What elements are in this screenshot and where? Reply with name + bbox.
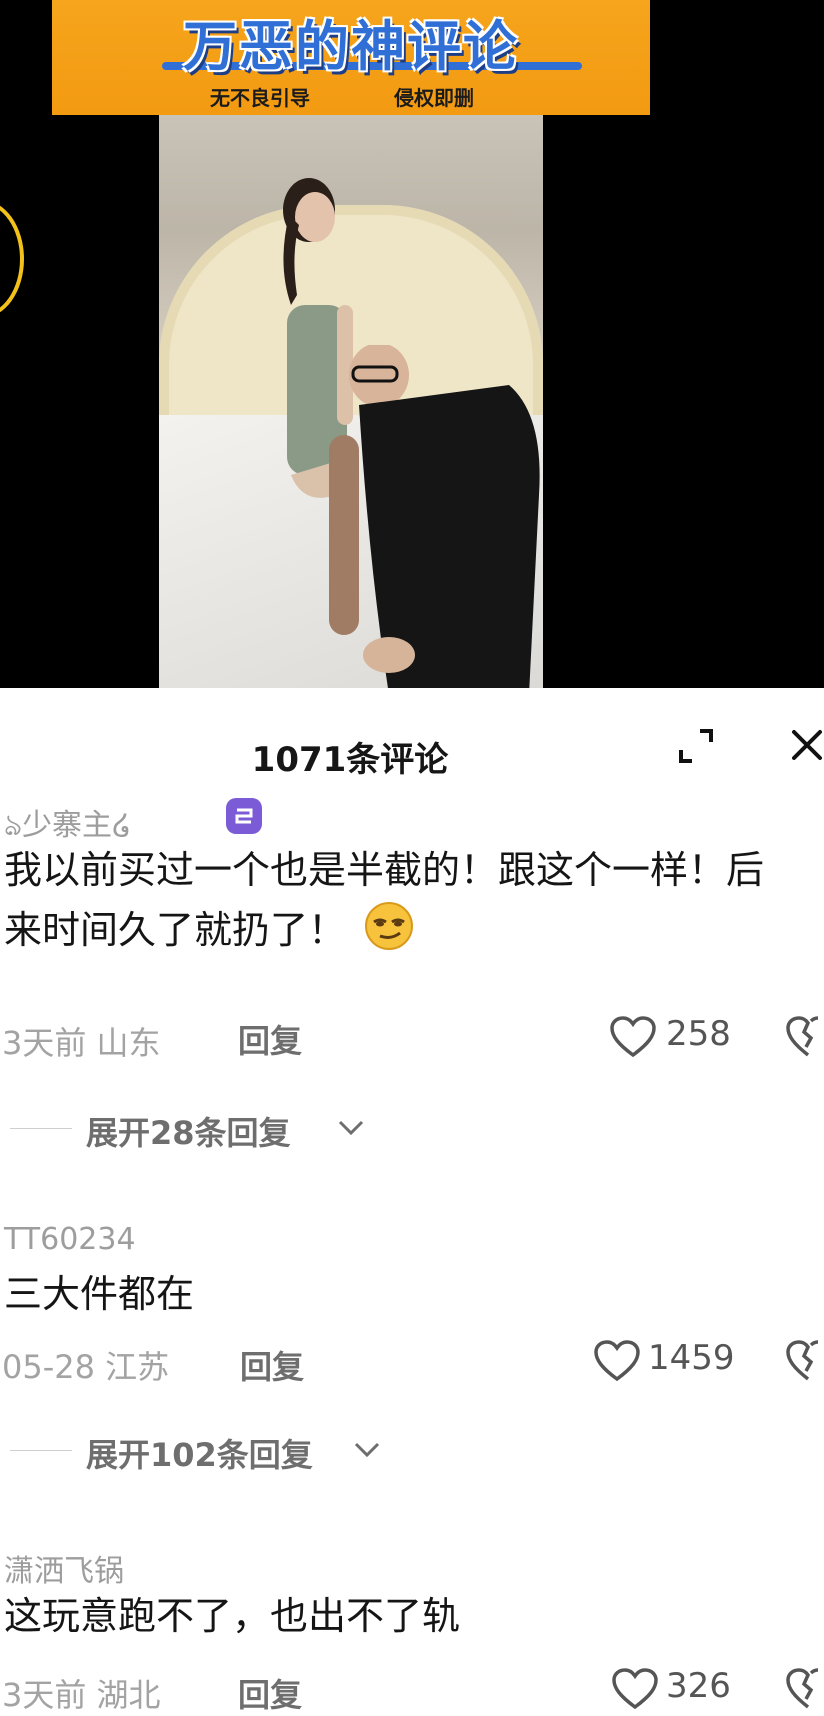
comment-time-location: 05-28 江苏 <box>2 1348 170 1386</box>
reply-button[interactable]: 回复 <box>238 1016 302 1062</box>
broken-heart-icon[interactable] <box>786 1668 824 1710</box>
man-figure <box>329 345 540 688</box>
like-count: 258 <box>666 1014 731 1054</box>
banner-subtitle-left: 无不良引导 <box>210 86 310 110</box>
comment-time-location: 3天前 湖北 <box>2 1676 161 1714</box>
video-player[interactable]: 万恶的神评论 无不良引导 侵权即删 <box>0 0 824 688</box>
comment-username[interactable]: TT60234 <box>4 1222 136 1257</box>
banner-title: 万恶的神评论 <box>183 15 519 78</box>
heart-icon[interactable] <box>594 1340 640 1382</box>
broken-heart-icon[interactable] <box>786 1016 824 1058</box>
smirk-emoji-icon <box>365 902 414 950</box>
like-count: 1459 <box>648 1338 735 1378</box>
user-badge-icon <box>226 798 262 834</box>
comment-time-location: 3天前 山东 <box>2 1024 161 1062</box>
divider-line <box>10 1128 72 1129</box>
like-count: 326 <box>666 1666 731 1706</box>
chevron-down-icon <box>354 1442 380 1458</box>
expand-replies[interactable]: 展开28条回复 <box>0 1108 400 1152</box>
video-frame <box>159 115 543 688</box>
chevron-down-icon <box>338 1120 364 1136</box>
expand-icon[interactable] <box>678 728 714 764</box>
banner-subtitle-right: 侵权即删 <box>394 86 474 110</box>
heart-icon[interactable] <box>610 1016 656 1058</box>
video-banner: 万恶的神评论 无不良引导 侵权即删 <box>52 0 650 115</box>
comments-count-title: 1071条评论 <box>251 740 449 780</box>
divider-line <box>10 1450 72 1451</box>
circle-decoration <box>0 200 24 318</box>
heart-icon[interactable] <box>612 1668 658 1710</box>
expand-replies[interactable]: 展开102条回复 <box>0 1430 420 1474</box>
broken-heart-icon[interactable] <box>786 1340 824 1382</box>
comment-text: 三大件都在 <box>4 1272 195 1316</box>
comment-text: 我以前买过一个也是半截的！跟这个一样！后来时间久了就扔了！ <box>4 840 794 960</box>
comment-text: 这玩意跑不了，也出不了轨 <box>4 1594 461 1638</box>
expand-replies-label: 展开102条回复 <box>86 1436 313 1474</box>
close-icon[interactable] <box>790 728 824 762</box>
expand-replies-label: 展开28条回复 <box>86 1114 291 1152</box>
reply-button[interactable]: 回复 <box>240 1342 304 1388</box>
reply-button[interactable]: 回复 <box>238 1670 302 1716</box>
comment-username[interactable]: 潇洒飞锅 <box>4 1546 124 1590</box>
